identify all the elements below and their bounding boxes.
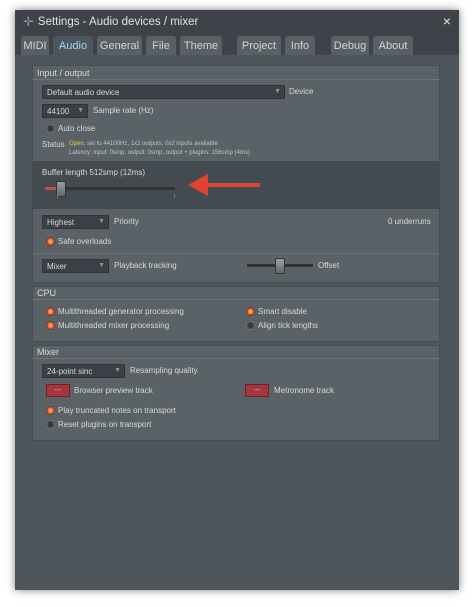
priority-value: Highest <box>47 217 75 227</box>
chevron-down-icon: ▼ <box>274 88 281 95</box>
smart-disable-radio[interactable] <box>246 307 255 316</box>
multi-mix-radio[interactable] <box>46 321 55 330</box>
status-text: Open, set to 44100Hz, 1x2 outputs, 0x2 i… <box>69 141 218 147</box>
tab-debug[interactable]: Debug <box>331 36 369 55</box>
sample-rate-dropdown[interactable]: 44100 ▼ <box>42 104 88 118</box>
metronome-label: Metronome track <box>274 386 335 395</box>
device-dropdown[interactable]: Default audio device ▼ <box>42 85 285 99</box>
title-bar[interactable]: ✛ Settings - Audio devices / mixer × <box>15 10 459 34</box>
multi-mix-label: Multithreaded mixer processing <box>58 321 170 330</box>
playback-dropdown[interactable]: Mixer ▼ <box>42 259 109 273</box>
resampling-dropdown[interactable]: 24-point sinc ▼ <box>42 364 125 378</box>
chevron-down-icon: ▼ <box>77 107 84 114</box>
auto-close-label: Auto close <box>58 124 96 133</box>
tab-theme[interactable]: Theme <box>180 36 222 55</box>
priority-dropdown[interactable]: Highest ▼ <box>42 215 109 229</box>
tab-file[interactable]: File <box>146 36 176 55</box>
tab-audio[interactable]: Audio <box>53 36 93 55</box>
reset-plugins-label: Reset plugins on transport <box>58 420 152 429</box>
safe-overloads-radio[interactable] <box>46 237 55 246</box>
offset-label: Offset <box>318 261 340 270</box>
smart-disable-label: Smart disable <box>258 307 307 316</box>
multi-gen-radio[interactable] <box>46 307 55 316</box>
cpu-section-title: CPU <box>37 288 57 298</box>
chevron-down-icon: ▼ <box>98 262 105 269</box>
buffer-label: Buffer length 512smp (12ms) <box>42 168 146 177</box>
align-ticks-radio[interactable] <box>246 321 255 330</box>
playback-label: Playback tracking <box>114 261 177 270</box>
device-value: Default audio device <box>47 87 120 97</box>
sample-rate-label: Sample rate (Hz) <box>93 106 154 115</box>
mixer-divider <box>32 358 440 359</box>
red-arrow-annotation <box>188 174 260 196</box>
safe-overloads-label: Safe overloads <box>58 237 112 246</box>
offset-slider-knob[interactable] <box>275 258 285 274</box>
play-truncated-radio[interactable] <box>46 406 55 415</box>
chevron-down-icon: ▼ <box>114 367 121 374</box>
align-ticks-label: Align tick lengths <box>258 321 319 330</box>
status-label: Status <box>42 140 65 149</box>
resampling-label: Resampling quality <box>130 366 198 375</box>
tab-project[interactable]: Project <box>237 36 281 55</box>
chevron-down-icon: ▼ <box>98 218 105 225</box>
underruns-count: 0 underruns <box>388 217 431 226</box>
io-section-title: Input / output <box>37 68 90 78</box>
resampling-value: 24-point sinc <box>47 366 93 376</box>
cpu-divider <box>32 299 440 300</box>
move-icon: ✛ <box>23 14 34 29</box>
playback-value: Mixer <box>47 261 67 271</box>
status-open: Open <box>69 141 84 147</box>
tab-midi[interactable]: MIDI <box>21 36 49 55</box>
close-icon[interactable]: × <box>443 13 451 29</box>
tab-info[interactable]: Info <box>285 36 315 55</box>
browser-preview-toggle[interactable]: --- <box>46 384 70 397</box>
settings-window: ✛ Settings - Audio devices / mixer × MID… <box>15 10 459 590</box>
reset-plugins-radio[interactable] <box>46 420 55 429</box>
priority-label: Priority <box>114 217 139 226</box>
multi-gen-label: Multithreaded generator processing <box>58 307 184 316</box>
browser-preview-label: Browser preview track <box>74 386 153 395</box>
sample-rate-value: 44100 <box>47 106 70 116</box>
status-line2: Latency: input: 0smp, output: 0smp, outp… <box>69 150 250 156</box>
metronome-toggle[interactable]: --- <box>245 384 269 397</box>
device-label: Device <box>289 87 314 96</box>
mixer-section-title: Mixer <box>37 347 59 357</box>
tab-about[interactable]: About <box>373 36 413 55</box>
buffer-ticks <box>57 194 175 198</box>
play-truncated-label: Play truncated notes on transport <box>58 406 176 415</box>
io-divider <box>32 79 440 80</box>
auto-close-radio[interactable] <box>46 124 55 133</box>
tab-bar: MIDI Audio General File Theme Project In… <box>15 34 459 55</box>
window-title: Settings - Audio devices / mixer <box>37 16 199 28</box>
io-divider-2 <box>33 253 439 254</box>
status-line1: , set to 44100Hz, 1x2 outputs, 0x2 input… <box>83 141 218 147</box>
tab-general[interactable]: General <box>97 36 142 55</box>
